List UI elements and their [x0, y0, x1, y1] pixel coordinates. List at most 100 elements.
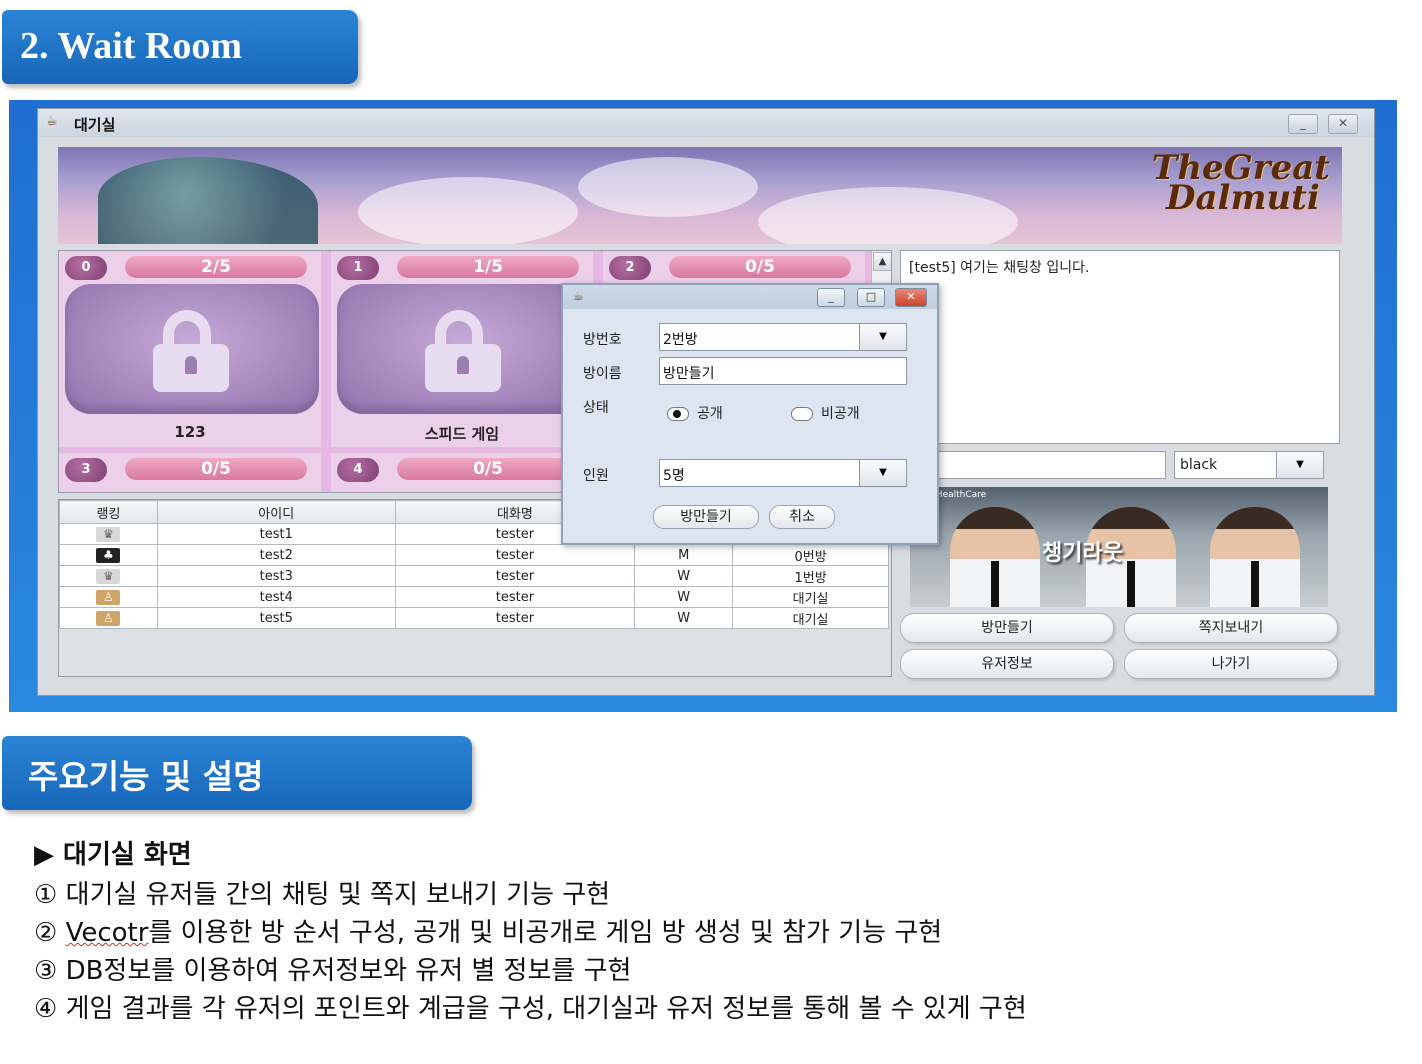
room-number-label: 방번호	[583, 332, 622, 348]
room-name-label: 방이름	[583, 366, 622, 382]
chat-color-value: black	[1180, 457, 1218, 473]
user-info-button[interactable]: 유저정보	[900, 649, 1114, 679]
banner-cloud	[578, 157, 758, 217]
waiting-room-window: ☕ 대기실 _ ✕ TheGreat Dalmuti 0 2/5 123 1 1…	[37, 108, 1375, 696]
misspelled-word: Vecotr	[65, 918, 149, 948]
table-row[interactable]: ♙ test5 tester W 대기실	[59, 607, 889, 629]
room-number-badge: 2	[609, 256, 651, 280]
chat-log[interactable]: [test5] 여기는 채팅창 입니다.	[900, 250, 1340, 444]
chevron-down-icon[interactable]: ▼	[859, 460, 906, 486]
rank-cell: ♛	[59, 523, 158, 545]
ad-tie	[1251, 561, 1259, 607]
dialog-cancel-button[interactable]: 취소	[769, 505, 835, 529]
room-number-select[interactable]: 2번방 ▼	[659, 323, 907, 351]
dialog-titlebar[interactable]: ☕ _ □ ✕	[563, 285, 937, 309]
description-heading: ▶ 대기실 화면	[34, 840, 192, 870]
description-line-4: ④ 게임 결과를 각 유저의 포인트와 계급을 구성, 대기실과 유저 정보를 …	[34, 990, 1394, 1028]
line-text: 게임 결과를 각 유저의 포인트와 계급을 구성, 대기실과 유저 정보를 통해…	[65, 994, 1027, 1024]
room-number-badge: 4	[337, 458, 379, 482]
dialog-minimize-button[interactable]: _	[817, 288, 845, 307]
game-banner: TheGreat Dalmuti	[58, 147, 1342, 244]
exit-button[interactable]: 나가기	[1124, 649, 1338, 679]
chevron-down-icon[interactable]: ▼	[859, 324, 906, 350]
table-row[interactable]: ♛ test3 tester W 1번방	[59, 565, 889, 587]
location-cell: 1번방	[732, 565, 889, 587]
banner-cloud	[358, 177, 578, 244]
header-rank[interactable]: 랭킹	[59, 500, 158, 524]
gender-cell: W	[634, 565, 734, 587]
room-name-value: 방만들기	[663, 366, 715, 382]
table-row[interactable]: ♙ test4 tester W 대기실	[59, 586, 889, 608]
line-text: 대기실 유저들 간의 채팅 및 쪽지 보내기 기능 구현	[65, 880, 611, 910]
location-cell: 대기실	[732, 607, 889, 629]
ad-text: 챙기라웃	[1042, 541, 1123, 566]
room-number-badge: 3	[65, 458, 107, 482]
ad-tie	[991, 561, 999, 607]
section-title-features: 주요기능 및 설명	[2, 736, 472, 810]
lock-icon	[337, 284, 591, 414]
rank-cell: ♙	[59, 607, 158, 629]
dialog-create-button[interactable]: 방만들기	[653, 505, 759, 529]
private-radio-label: 비공개	[821, 406, 860, 422]
chevron-down-icon[interactable]: ▼	[1276, 452, 1323, 478]
make-room-button[interactable]: 방만들기	[900, 613, 1114, 643]
gender-cell: M	[634, 544, 734, 566]
line-text: DB정보를 이용하여 유저정보와 유저 별 정보를 구현	[65, 956, 632, 986]
window-titlebar[interactable]: ☕ 대기실 _ ✕	[38, 109, 1374, 137]
public-radio[interactable]: 공개	[667, 403, 723, 423]
room-card-0[interactable]: 0 2/5 123	[59, 251, 321, 447]
peasant-icon: ♙	[96, 610, 121, 626]
minimize-button[interactable]: _	[1288, 114, 1318, 134]
chat-input[interactable]	[900, 451, 1166, 479]
id-cell: test5	[156, 607, 396, 629]
line-marker: ③	[34, 956, 58, 986]
description-line-3: ③ DB정보를 이용하여 유저정보와 유저 별 정보를 구현	[34, 952, 1394, 990]
section-title-text: 2. Wait Room	[20, 25, 243, 67]
banner-cloud	[758, 187, 1018, 244]
close-button[interactable]: ✕	[1328, 114, 1358, 134]
scroll-up-icon[interactable]: ▲	[873, 252, 891, 271]
public-radio-label: 공개	[697, 406, 723, 422]
game-logo: TheGreat Dalmuti	[1152, 151, 1330, 218]
ad-tie	[1127, 561, 1135, 607]
feature-description: ▶ 대기실 화면 ① 대기실 유저들 간의 채팅 및 쪽지 보내기 기능 구현 …	[34, 838, 1394, 1028]
room-card-1[interactable]: 1 1/5 스피드 게임	[331, 251, 593, 447]
section-title-text: 주요기능 및 설명	[28, 757, 264, 796]
location-cell: 대기실	[732, 586, 889, 608]
window-title: 대기실	[74, 116, 116, 134]
send-note-button[interactable]: 쪽지보내기	[1124, 613, 1338, 643]
room-player-count: 2/5	[125, 256, 307, 278]
id-cell: test4	[156, 586, 396, 608]
id-cell: test3	[156, 565, 396, 587]
dialog-close-button[interactable]: ✕	[895, 288, 927, 307]
room-card-4[interactable]: 4 0/5	[331, 453, 593, 492]
header-id[interactable]: 아이디	[156, 500, 396, 524]
room-name-input[interactable]: 방만들기	[659, 357, 907, 385]
nickname-cell: tester	[394, 607, 636, 629]
black-rank-icon: ♣	[96, 547, 121, 563]
advertisement-banner[interactable]: CJ HealthCare 챙기라웃	[910, 487, 1328, 607]
line-marker: ④	[34, 994, 58, 1024]
room-number-badge: 1	[337, 256, 379, 280]
people-select[interactable]: 5명 ▼	[659, 459, 907, 487]
gender-cell: W	[634, 607, 734, 629]
nickname-cell: tester	[394, 565, 636, 587]
line-marker: ①	[34, 880, 58, 910]
private-radio[interactable]: 비공개	[791, 403, 860, 423]
chat-color-select[interactable]: black ▼	[1174, 451, 1324, 479]
dialog-maximize-button[interactable]: □	[857, 288, 885, 307]
chat-message: [test5] 여기는 채팅창 입니다.	[909, 260, 1090, 276]
nickname-cell: tester	[394, 586, 636, 608]
room-card-3[interactable]: 3 0/5	[59, 453, 321, 492]
line-text: 를 이용한 방 순서 구성, 공개 및 비공개로 게임 방 생성 및 참가 기능…	[148, 918, 943, 948]
desktop-background: ☕ 대기실 _ ✕ TheGreat Dalmuti 0 2/5 123 1 1…	[9, 100, 1397, 712]
app-icon: ☕	[573, 289, 584, 303]
logo-line-2: Dalmuti	[1166, 178, 1320, 218]
line-marker: ②	[34, 918, 58, 948]
radio-selected-icon	[667, 407, 689, 421]
section-title-wait-room: 2. Wait Room	[2, 10, 358, 84]
room-player-count: 0/5	[669, 256, 851, 278]
table-row[interactable]: ♣ test2 tester M 0번방	[59, 544, 889, 566]
people-value: 5명	[663, 468, 685, 484]
app-icon: ☕	[46, 114, 58, 129]
